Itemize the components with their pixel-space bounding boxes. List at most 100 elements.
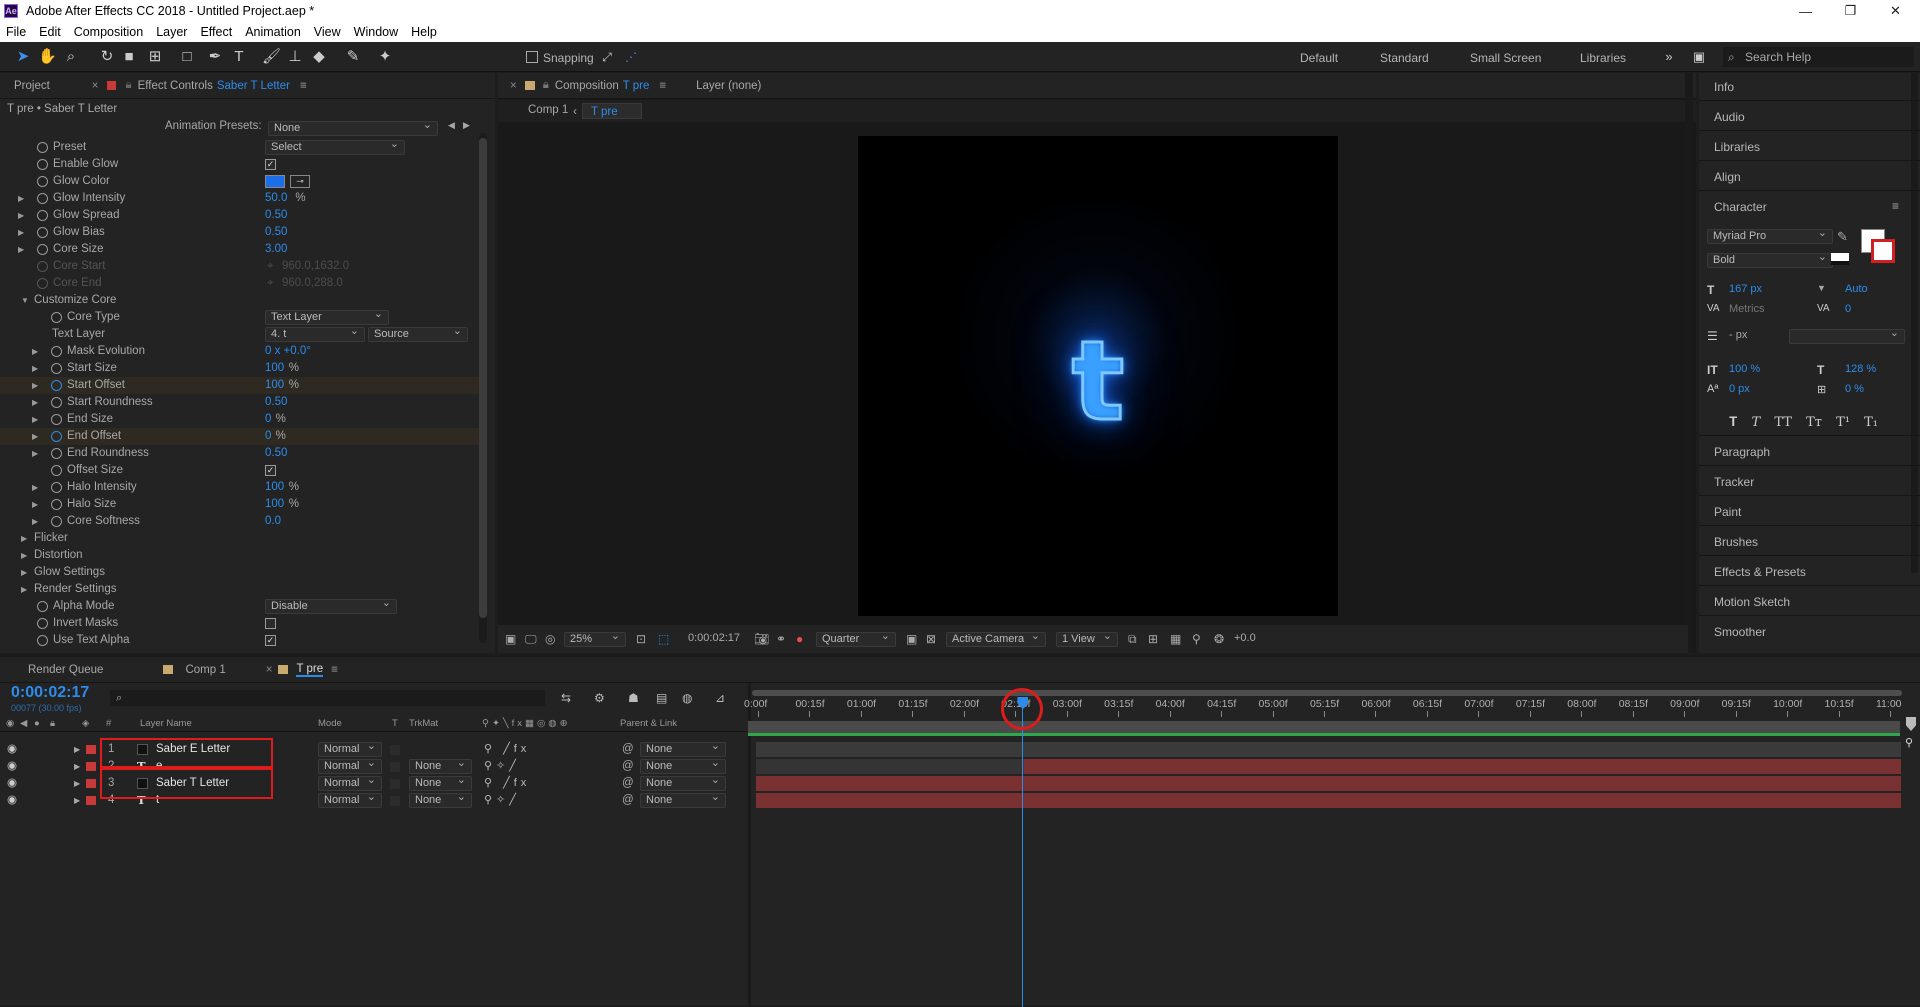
timeline-current-time[interactable]: 0:00:02:17	[11, 684, 89, 702]
expand-triangle-icon[interactable]: ▶	[32, 343, 38, 360]
channel-icon[interactable]: ●	[796, 632, 803, 646]
tab-effect-layer-name[interactable]: Saber T Letter	[217, 80, 290, 92]
font-size-dropdown-icon[interactable]: ▼	[1817, 283, 1826, 293]
always-preview-icon[interactable]: ▣	[505, 632, 516, 646]
previous-preset-icon[interactable]: ◀	[448, 120, 455, 131]
breadcrumb-t-pre[interactable]: T pre	[582, 103, 642, 119]
search-help-input[interactable]: ⌕ Search Help	[1723, 47, 1914, 67]
no-stroke-icon[interactable]	[1831, 253, 1849, 265]
layer-bar-4[interactable]	[756, 793, 1901, 808]
menu-composition[interactable]: Composition	[74, 25, 143, 39]
parent-pickwhip-icon[interactable]: @	[622, 758, 634, 775]
minimize-icon[interactable]: —	[1783, 0, 1828, 22]
composition-end-marker[interactable]	[1906, 717, 1916, 731]
magnification-dropdown[interactable]: 25%	[564, 630, 626, 647]
parent-pickwhip-icon[interactable]: @	[622, 775, 634, 792]
frame-blending-icon[interactable]: ▤	[656, 691, 667, 705]
layer-label-color-icon[interactable]	[86, 796, 96, 805]
scrollbar-thumb[interactable]	[479, 138, 487, 618]
kerning-value[interactable]: Metrics	[1729, 303, 1764, 315]
expand-triangle-icon[interactable]: ▶	[18, 224, 24, 241]
subscript-icon[interactable]: T₁	[1864, 415, 1878, 430]
group-label[interactable]: Glow Settings	[34, 564, 105, 581]
expand-triangle-icon[interactable]: ▶	[32, 479, 38, 496]
panel-paint[interactable]: Paint	[1714, 505, 1741, 519]
track-matte-dropdown[interactable]: None	[409, 757, 472, 774]
stopwatch-icon[interactable]	[51, 363, 62, 374]
param-dropdown[interactable]: Select	[265, 138, 405, 155]
layer-bar-3[interactable]	[756, 776, 1901, 791]
hand-tool-icon[interactable]: ✋	[38, 48, 57, 66]
snapping-checkbox[interactable]	[526, 51, 538, 63]
menu-window[interactable]: Window	[354, 25, 398, 39]
param-checkbox[interactable]: ✓	[265, 465, 276, 476]
group-label[interactable]: Customize Core	[34, 292, 116, 309]
stopwatch-icon[interactable]	[51, 397, 62, 408]
tab-layer[interactable]: Layer (none)	[696, 80, 761, 92]
param-value[interactable]: 0.50	[265, 445, 287, 462]
rotation-tool-icon[interactable]: ↻	[98, 48, 116, 66]
expand-triangle-icon[interactable]: ▶	[32, 394, 38, 411]
tab-t-pre[interactable]: T pre	[296, 663, 324, 677]
expand-triangle-icon[interactable]: ▼	[21, 292, 29, 309]
tab-t-pre-close-icon[interactable]: ×	[266, 664, 273, 676]
horizontal-scale-value[interactable]: 128 %	[1845, 363, 1876, 375]
expand-triangle-icon[interactable]: ▶	[32, 445, 38, 462]
motion-blur-icon[interactable]: ◍	[682, 691, 692, 705]
expand-triangle-icon[interactable]: ▶	[21, 581, 27, 598]
tab-project[interactable]: Project	[14, 80, 50, 92]
stopwatch-icon[interactable]	[51, 312, 62, 323]
stopwatch-icon[interactable]	[37, 176, 48, 187]
shy-layers-icon[interactable]: ☗	[628, 691, 639, 705]
param-value[interactable]: 100	[265, 360, 284, 377]
glow-color-swatch[interactable]	[265, 175, 285, 188]
panel-info[interactable]: Info	[1714, 80, 1734, 94]
panel-menu-icon[interactable]: ≡	[300, 80, 307, 92]
tab-comp-1[interactable]: Comp 1	[185, 664, 225, 676]
workspace-standard[interactable]: Standard	[1380, 51, 1429, 65]
parent-dropdown[interactable]: None	[640, 791, 726, 808]
panel-paragraph[interactable]: Paragraph	[1714, 445, 1770, 459]
mode-header[interactable]: Mode	[318, 718, 342, 729]
stopwatch-icon[interactable]	[37, 142, 48, 153]
parent-dropdown[interactable]: None	[640, 774, 726, 791]
menu-file[interactable]: File	[6, 25, 26, 39]
exposure-value[interactable]: +0.0	[1234, 632, 1256, 644]
pen-tool-icon[interactable]: ✒	[206, 48, 224, 66]
eye-icon[interactable]: ◉	[7, 775, 17, 792]
layer-label-color-icon[interactable]	[86, 745, 96, 754]
eraser-tool-icon[interactable]: ◆	[310, 48, 328, 66]
stopwatch-icon[interactable]	[37, 193, 48, 204]
blend-mode-dropdown[interactable]: Normal	[318, 791, 382, 808]
layer-switches-icons[interactable]: ⚲✧╱	[484, 758, 520, 775]
parent-pickwhip-icon[interactable]: @	[622, 741, 634, 758]
stopwatch-icon[interactable]	[37, 618, 48, 629]
puppet-pin-tool-icon[interactable]: ✦	[376, 48, 394, 66]
param-value[interactable]: 0 x +0.0°	[265, 343, 311, 360]
expand-triangle-icon[interactable]: ▶	[32, 513, 38, 530]
snap-option-icon[interactable]: ⤢	[598, 48, 616, 66]
layer-twirl-icon[interactable]: ▶	[74, 741, 80, 758]
reset-exposure-icon[interactable]: ❂	[1214, 632, 1224, 646]
close-icon[interactable]: ✕	[1873, 0, 1918, 22]
stopwatch-icon[interactable]	[51, 465, 62, 476]
comp-mini-flowchart-icon[interactable]: ⇆	[561, 691, 571, 705]
snapshot-icon[interactable]: 📷︎	[754, 632, 769, 646]
region-of-interest-icon[interactable]: ▣	[906, 632, 917, 646]
parent-dropdown[interactable]: None	[640, 740, 726, 757]
track-matte-dropdown[interactable]: None	[409, 774, 472, 791]
expand-triangle-icon[interactable]: ▶	[32, 496, 38, 513]
camera-tool-icon[interactable]: ■	[120, 48, 138, 66]
param-value[interactable]: 0.0	[265, 513, 281, 530]
preserve-transparency-toggle[interactable]	[390, 745, 400, 755]
group-label[interactable]: Render Settings	[34, 581, 116, 598]
vr-icon[interactable]: ◎	[545, 632, 555, 646]
timeline-search-input[interactable]: ⌕	[110, 690, 545, 706]
font-style-dropdown[interactable]: Bold	[1707, 251, 1833, 268]
parent-dropdown[interactable]: None	[640, 757, 726, 774]
preserve-transparency-toggle[interactable]	[390, 796, 400, 806]
right-panel-scrollbar[interactable]	[1911, 73, 1918, 573]
zoom-tool-icon[interactable]: ⌕	[62, 48, 80, 66]
layer-switches-icons[interactable]: ⚲ ╱fx	[484, 775, 530, 792]
stopwatch-icon[interactable]	[51, 448, 62, 459]
